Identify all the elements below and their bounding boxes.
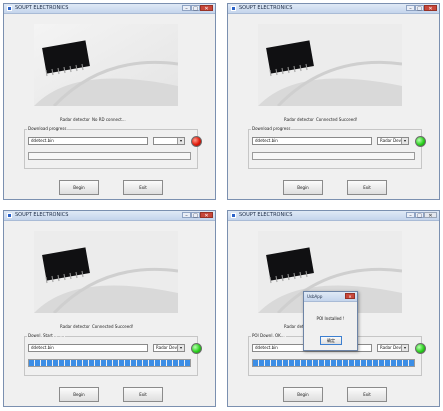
- download-progress-bar: [28, 152, 191, 160]
- download-progress-bar: [252, 359, 415, 367]
- connection-status-led: [191, 136, 202, 147]
- window-title: SOUPT ELECTRONICS: [15, 212, 69, 218]
- app-window-4: SOUPT ELECTRONICS – □ ✕ Radar detector P…: [227, 210, 440, 407]
- title-bar[interactable]: SOUPT ELECTRONICS – □ ✕: [4, 4, 215, 14]
- progress-fill: [29, 360, 190, 366]
- close-button[interactable]: ✕: [200, 5, 213, 12]
- status-value: Connected Succeed!: [316, 117, 358, 122]
- connection-status-led: [415, 136, 426, 147]
- app-window-1: SOUPT ELECTRONICS – □ ✕ Radar detector N…: [3, 3, 216, 200]
- connection-status-led: [191, 343, 202, 354]
- title-bar[interactable]: SOUPT ELECTRONICS – □ ✕: [228, 4, 439, 14]
- chip-banner-image: [258, 24, 402, 106]
- exit-button[interactable]: Exit: [347, 387, 387, 402]
- maximize-button[interactable]: □: [415, 5, 424, 12]
- app-icon: [231, 6, 236, 11]
- chevron-down-icon[interactable]: ▾: [401, 138, 408, 144]
- window-title: SOUPT ELECTRONICS: [15, 5, 69, 11]
- begin-button[interactable]: Begin: [59, 387, 99, 402]
- exit-button[interactable]: Exit: [347, 180, 387, 195]
- group-title: Download progress: [251, 126, 292, 132]
- file-field[interactable]: ddetect.bin: [252, 137, 372, 145]
- minimize-button[interactable]: –: [182, 212, 191, 219]
- dialog-message: POI Installed !: [316, 316, 345, 321]
- chip-banner-image: [34, 231, 178, 313]
- dialog-ok-button[interactable]: 确定: [320, 336, 342, 345]
- status-label: Radar detector: [60, 117, 90, 122]
- title-bar[interactable]: SOUPT ELECTRONICS – □ ✕: [4, 211, 215, 221]
- window-title: SOUPT ELECTRONICS: [239, 212, 293, 218]
- maximize-button[interactable]: □: [191, 5, 200, 12]
- begin-button[interactable]: Begin: [59, 180, 99, 195]
- download-group: Downl. Start ........ ddetect.bin Radar …: [24, 333, 202, 376]
- status-value: No RD connect...: [92, 117, 126, 122]
- begin-button[interactable]: Begin: [283, 387, 323, 402]
- title-bar[interactable]: SOUPT ELECTRONICS – □ ✕: [228, 211, 439, 221]
- exit-button[interactable]: Exit: [123, 387, 163, 402]
- maximize-button[interactable]: □: [415, 212, 424, 219]
- app-window-3: SOUPT ELECTRONICS – □ ✕ Radar detector C…: [3, 210, 216, 407]
- download-progress-bar: [28, 359, 191, 367]
- device-select[interactable]: Radar Device ▾: [377, 137, 409, 145]
- group-title: Download progress: [27, 126, 68, 132]
- file-field[interactable]: ddetect.bin: [28, 344, 148, 352]
- connection-status-led: [415, 343, 426, 354]
- chip-banner-image: [34, 24, 178, 106]
- close-button[interactable]: ✕: [424, 5, 437, 12]
- close-button[interactable]: ✕: [424, 212, 437, 219]
- group-title: POI Downl. OK...: [251, 333, 286, 339]
- download-group: Download progress ddetect.bin Radar Devi…: [248, 126, 426, 169]
- app-icon: [7, 6, 12, 11]
- download-progress-bar: [252, 152, 415, 160]
- chevron-down-icon[interactable]: ▾: [177, 345, 184, 351]
- device-select[interactable]: ▾: [153, 137, 185, 145]
- chevron-down-icon[interactable]: ▾: [177, 138, 184, 144]
- window-title: SOUPT ELECTRONICS: [239, 5, 293, 11]
- minimize-button[interactable]: –: [406, 212, 415, 219]
- maximize-button[interactable]: □: [191, 212, 200, 219]
- app-icon: [7, 213, 12, 218]
- status-value: Connected Succeed!: [92, 324, 134, 329]
- file-field[interactable]: ddetect.bin: [28, 137, 148, 145]
- group-title: Downl. Start ........: [27, 333, 66, 339]
- close-button[interactable]: ✕: [200, 212, 213, 219]
- app-window-2: SOUPT ELECTRONICS – □ ✕ Radar detector C…: [227, 3, 440, 200]
- app-icon: [231, 213, 236, 218]
- usbapp-dialog: UsbApp ✕ POI Installed ! 确定: [303, 291, 358, 351]
- begin-button[interactable]: Begin: [283, 180, 323, 195]
- dialog-title-bar[interactable]: UsbApp ✕: [304, 292, 357, 302]
- download-group: Download progress ddetect.bin ▾: [24, 126, 202, 169]
- device-select[interactable]: Radar Device ▾: [153, 344, 185, 352]
- chevron-down-icon[interactable]: ▾: [401, 345, 408, 351]
- device-select[interactable]: Radar Device ▾: [377, 344, 409, 352]
- status-label: Radar detector: [284, 117, 314, 122]
- exit-button[interactable]: Exit: [123, 180, 163, 195]
- minimize-button[interactable]: –: [406, 5, 415, 12]
- status-label: Radar detector: [60, 324, 90, 329]
- dialog-close-button[interactable]: ✕: [345, 293, 355, 299]
- progress-fill: [253, 360, 414, 366]
- minimize-button[interactable]: –: [182, 5, 191, 12]
- dialog-title: UsbApp: [307, 294, 323, 299]
